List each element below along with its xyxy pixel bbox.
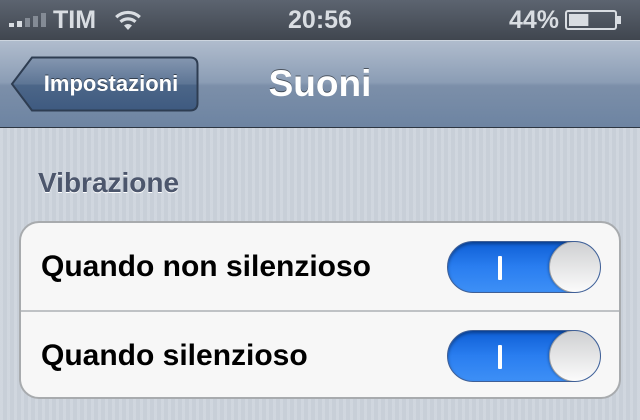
navigation-bar: Impostazioni Suoni (0, 40, 640, 128)
settings-group: Quando non silenzioso Quando silenzioso (19, 221, 621, 399)
battery-icon (565, 10, 621, 30)
signal-bar (33, 15, 38, 27)
clock: 20:56 (288, 6, 352, 34)
back-button[interactable]: Impostazioni (10, 55, 200, 113)
switch-knob (549, 331, 600, 381)
signal-bar (9, 23, 14, 27)
signal-icon (9, 13, 49, 27)
row-label: Quando silenzioso (41, 339, 308, 372)
carrier-name: TIM (53, 6, 97, 34)
vibrate-not-silent-toggle[interactable] (447, 241, 601, 293)
switch-on-glyph (498, 345, 502, 369)
battery-percent: 44% (508, 6, 559, 34)
switch-on-glyph (498, 256, 502, 280)
signal-bar (41, 13, 46, 27)
back-button-label: Impostazioni (43, 71, 179, 96)
switch-knob (549, 242, 600, 292)
status-bar: TIM 20:56 44% (0, 0, 640, 40)
vibrate-silent-toggle[interactable] (447, 330, 601, 382)
wifi-icon (115, 10, 141, 30)
section-header: Vibrazione (38, 167, 180, 198)
list-item-vibrate-not-silent: Quando non silenzioso (21, 223, 619, 310)
page-title: Suoni (268, 63, 372, 104)
row-label: Quando non silenzioso (41, 250, 371, 283)
signal-bar (25, 18, 30, 27)
list-item-vibrate-silent: Quando silenzioso (21, 312, 619, 397)
signal-bar (17, 20, 22, 27)
